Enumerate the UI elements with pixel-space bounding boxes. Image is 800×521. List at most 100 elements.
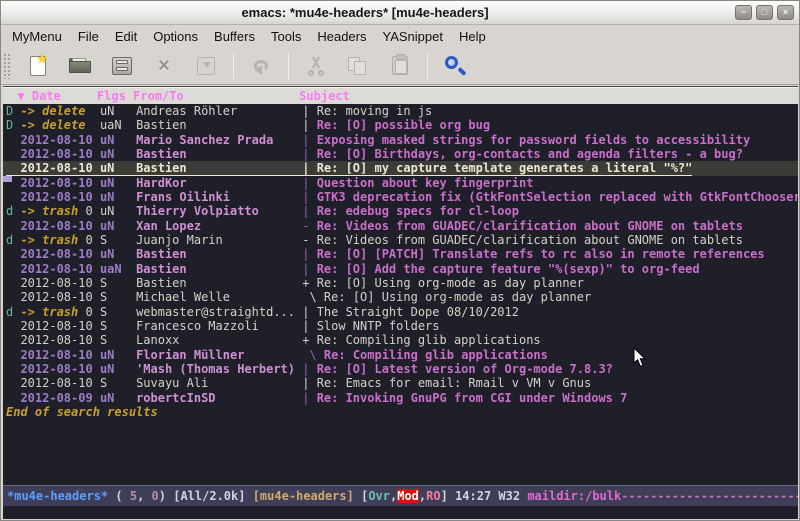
message-row[interactable]: 2012-08-09 uN robertcInSD | Re: Invoking… <box>3 391 798 405</box>
menu-file[interactable]: File <box>70 26 107 47</box>
thread-separator: | <box>302 262 316 276</box>
search-button[interactable] <box>438 51 472 81</box>
message-row[interactable]: 2012-08-10 S Lanoxx + Re: Compiling glib… <box>3 333 798 347</box>
new-file-button[interactable]: ★ <box>21 51 55 81</box>
message-row[interactable]: 2012-08-10 uN Bastien | Re: [O] Birthday… <box>3 147 798 161</box>
from-field: Bastien <box>136 262 302 276</box>
menu-yasnippet[interactable]: YASnippet <box>374 26 450 47</box>
modeline-text: ( <box>108 489 130 503</box>
gap <box>93 204 100 218</box>
save-drawer-icon <box>112 57 132 75</box>
toolbar-grip-handle[interactable] <box>3 53 11 79</box>
modeline-buf: *mu4e-headers* <box>7 489 108 503</box>
gap <box>93 190 100 204</box>
flags-field: uN <box>100 133 136 147</box>
window-controls: −□ × <box>735 5 794 20</box>
gap <box>93 290 100 304</box>
titlebar[interactable]: emacs: *mu4e-headers* [mu4e-headers] −□× <box>1 1 799 25</box>
menu-tools[interactable]: Tools <box>263 26 309 47</box>
toolbar: ★× <box>1 47 799 85</box>
message-row[interactable]: 2012-08-10 uaN Bastien | Re: [O] Add the… <box>3 262 798 276</box>
message-row[interactable]: d -> trash 0 S webmaster@straightd... | … <box>3 305 798 319</box>
flags-field: uN <box>100 190 136 204</box>
menu-mymenu[interactable]: MyMenu <box>4 26 70 47</box>
from-field: Florian Müllner <box>136 348 302 362</box>
message-row[interactable]: d -> trash 0 uN Thierry Volpiatto | Re: … <box>3 204 798 218</box>
message-row[interactable]: 2012-08-10 S Suvayu Ali | Re: Emacs for … <box>3 376 798 390</box>
mark-field <box>6 348 20 362</box>
message-row[interactable]: 2012-08-10 S Francesco Mazzoli | Slow NN… <box>3 319 798 333</box>
open-file-button[interactable] <box>63 51 97 81</box>
toolbar-separator <box>427 53 428 79</box>
close-buffer-button[interactable]: × <box>147 51 181 81</box>
flags-field: S <box>100 305 136 319</box>
thread-separator: | <box>302 147 316 161</box>
subject-field: The Straight Dope 08/10/2012 <box>317 305 519 319</box>
from-field: Suvayu Ali <box>136 376 302 390</box>
message-row[interactable]: 2012-08-10 S Michael Welle \ Re: [O] Usi… <box>3 290 798 304</box>
message-row[interactable]: 2012-08-10 S Bastien + Re: [O] Using org… <box>3 276 798 290</box>
thread-separator: | <box>302 176 316 190</box>
message-row[interactable]: 2012-08-10 uN Florian Müllner \ Re: Comp… <box>3 348 798 362</box>
save-as-icon <box>197 57 215 75</box>
message-row[interactable]: 2012-08-10 uN Xan Lopez - Re: Videos fro… <box>3 219 798 233</box>
subject-field: Re: [O] Using org-mode as day planner <box>317 276 584 290</box>
date-field: -> trash <box>20 204 78 218</box>
date-field: 2012-08-10 <box>20 147 92 161</box>
gap <box>85 104 99 118</box>
message-row[interactable]: 2012-08-10 uN Mario Sanchez Prada | Expo… <box>3 133 798 147</box>
toolbar-separator <box>288 53 289 79</box>
from-field: Mario Sanchez Prada <box>136 133 302 147</box>
message-row[interactable]: d -> trash 0 S Juanjo Marin - Re: Videos… <box>3 233 798 247</box>
date-field: -> delete <box>20 118 85 132</box>
menu-help[interactable]: Help <box>451 26 494 47</box>
subject-field: Exposing masked strings for password fie… <box>317 133 750 147</box>
modeline-ovr: Ovr <box>368 489 390 503</box>
close-x-icon: × <box>158 56 170 76</box>
maximize-button[interactable]: □ <box>756 5 773 20</box>
from-field: Michael Welle <box>136 290 302 304</box>
thread-separator: | <box>302 305 316 319</box>
menu-options[interactable]: Options <box>145 26 206 47</box>
flags-field: uaN <box>100 262 136 276</box>
gap <box>93 362 100 376</box>
mark-field <box>6 190 20 204</box>
mark-field <box>6 319 20 333</box>
from-field: Lanoxx <box>136 333 302 347</box>
message-row[interactable]: 2012-08-10 uN Bastien | Re: [O] [PATCH] … <box>3 247 798 261</box>
modeline-text: 14:27 W32 <box>455 489 527 503</box>
message-row[interactable]: 2012-08-10 uN Frans Oilinki | GTK3 depre… <box>3 190 798 204</box>
mark-field <box>6 276 20 290</box>
save-as-button <box>189 51 223 81</box>
minimize-button[interactable]: − <box>735 5 752 20</box>
message-row[interactable]: D -> delete uaN Bastien | Re: [O] possib… <box>3 118 798 132</box>
modeline-dash: -------------------------- <box>621 489 798 503</box>
fringe-cursor-mark <box>3 176 12 182</box>
gap <box>93 176 100 190</box>
mark-field <box>6 391 20 405</box>
undo-icon <box>254 60 268 72</box>
date-field: -> trash <box>20 305 78 319</box>
search-icon <box>444 55 466 77</box>
subject-field: Re: [O] my capture template generates a … <box>317 161 693 175</box>
cut-button <box>299 51 333 81</box>
mark-field: D <box>6 104 20 118</box>
message-row[interactable]: 2012-08-10 uN 'Mash (Thomas Herbert) | R… <box>3 362 798 376</box>
subject-field: Re: Emacs for email: Rmail v VM v Gnus <box>317 376 592 390</box>
thread-separator: | <box>302 118 316 132</box>
save-button[interactable] <box>105 51 139 81</box>
menu-headers[interactable]: Headers <box>309 26 374 47</box>
open-folder-icon <box>69 58 91 73</box>
menu-buffers[interactable]: Buffers <box>206 26 263 47</box>
end-of-search-results: End of search results <box>3 405 798 419</box>
message-row[interactable]: D -> delete uN Andreas Röhler | Re: movi… <box>3 104 798 118</box>
thread-separator: + <box>302 333 316 347</box>
message-row-current[interactable]: 2012-08-10 uN Bastien | Re: [O] my captu… <box>3 161 798 175</box>
close-button[interactable]: × <box>777 5 794 20</box>
subject-field: Re: Compiling glib applications <box>324 348 548 362</box>
toolbar-separator <box>233 53 234 79</box>
date-field: 2012-08-10 <box>20 276 92 290</box>
menu-edit[interactable]: Edit <box>107 26 145 47</box>
flags-field: uN <box>100 104 136 118</box>
message-row[interactable]: 2012-08-10 uN HardKor | Question about k… <box>3 176 798 190</box>
